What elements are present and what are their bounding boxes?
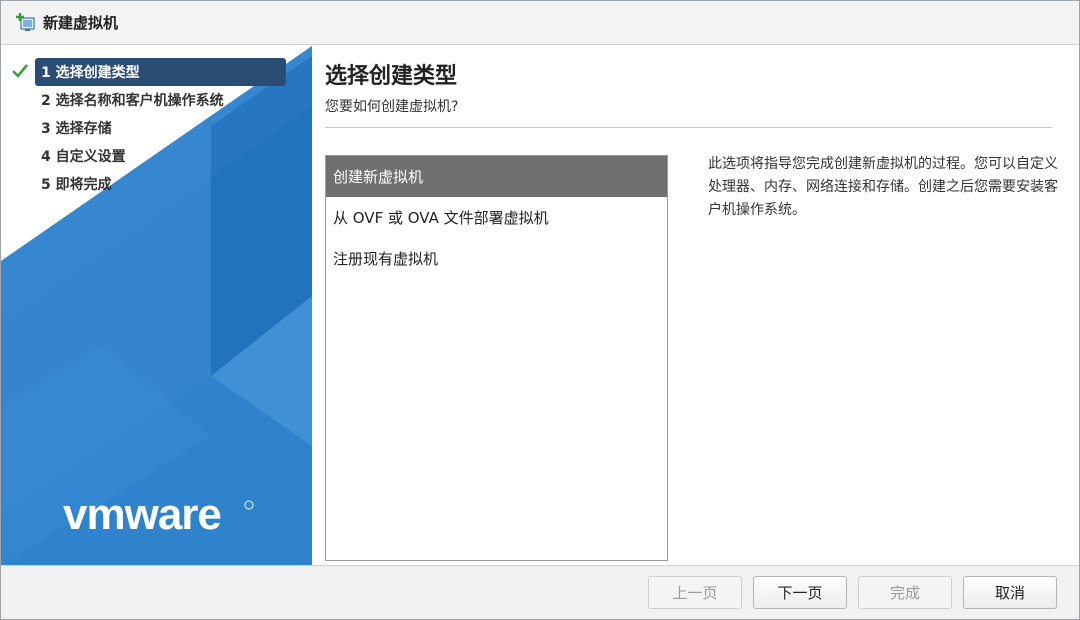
wizard-footer: 上一页 下一页 完成 取消 xyxy=(1,565,1079,619)
cancel-button[interactable]: 取消 xyxy=(963,576,1057,609)
option-label: 从 OVF 或 OVA 文件部署虚拟机 xyxy=(333,209,549,227)
previous-button[interactable]: 上一页 xyxy=(648,576,742,609)
option-deploy-from-ovf-ova[interactable]: 从 OVF 或 OVA 文件部署虚拟机 xyxy=(326,197,667,238)
wizard-step-label: 1 选择创建类型 xyxy=(41,65,140,81)
wizard-step-label: 5 即将完成 xyxy=(41,177,112,193)
title-bar: 新建虚拟机 xyxy=(1,1,1079,45)
creation-type-list[interactable]: 创建新虚拟机 从 OVF 或 OVA 文件部署虚拟机 注册现有虚拟机 xyxy=(325,155,668,561)
svg-text:vmware: vmware xyxy=(63,491,221,539)
option-label: 注册现有虚拟机 xyxy=(333,250,439,268)
wizard-step-5[interactable]: 5 即将完成 xyxy=(1,170,312,198)
new-vm-icon xyxy=(15,12,37,34)
wizard-step-label: 3 选择存储 xyxy=(41,121,112,137)
window-title: 新建虚拟机 xyxy=(43,14,119,32)
wizard-step-1[interactable]: 1 选择创建类型 xyxy=(35,58,286,86)
page-subtitle: 您要如何创建虚拟机? xyxy=(325,99,459,115)
option-description: 此选项将指导您完成创建新虚拟机的过程。您可以自定义处理器、内存、网络连接和存储。… xyxy=(708,156,1058,218)
option-label: 创建新虚拟机 xyxy=(333,168,424,186)
divider xyxy=(325,127,1052,128)
next-button[interactable]: 下一页 xyxy=(753,576,847,609)
vmware-logo: vmware xyxy=(63,491,254,539)
wizard-sidebar: 1 选择创建类型 2 选择名称和客户机操作系统 3 选择存储 4 自定义设置 5… xyxy=(1,46,312,565)
option-register-existing-vm[interactable]: 注册现有虚拟机 xyxy=(326,238,667,279)
new-vm-dialog: 新建虚拟机 1 选择创建类型 2 选择名称和客户机操作系统 3 选择存储 4 自… xyxy=(0,0,1080,620)
wizard-step-4[interactable]: 4 自定义设置 xyxy=(1,142,312,170)
finish-button[interactable]: 完成 xyxy=(858,576,952,609)
option-create-new-vm[interactable]: 创建新虚拟机 xyxy=(326,156,667,197)
page-title: 选择创建类型 xyxy=(325,64,458,89)
wizard-step-2[interactable]: 2 选择名称和客户机操作系统 xyxy=(1,86,312,114)
wizard-step-3[interactable]: 3 选择存储 xyxy=(1,114,312,142)
wizard-steps: 1 选择创建类型 2 选择名称和客户机操作系统 3 选择存储 4 自定义设置 5… xyxy=(1,58,312,198)
wizard-content: 选择创建类型 您要如何创建虚拟机? 创建新虚拟机 从 OVF 或 OVA 文件部… xyxy=(312,46,1079,565)
wizard-step-label: 4 自定义设置 xyxy=(41,149,126,165)
check-icon xyxy=(11,62,29,84)
wizard-step-label: 2 选择名称和客户机操作系统 xyxy=(41,93,224,109)
vmware-logo-text: vmware xyxy=(63,491,221,539)
